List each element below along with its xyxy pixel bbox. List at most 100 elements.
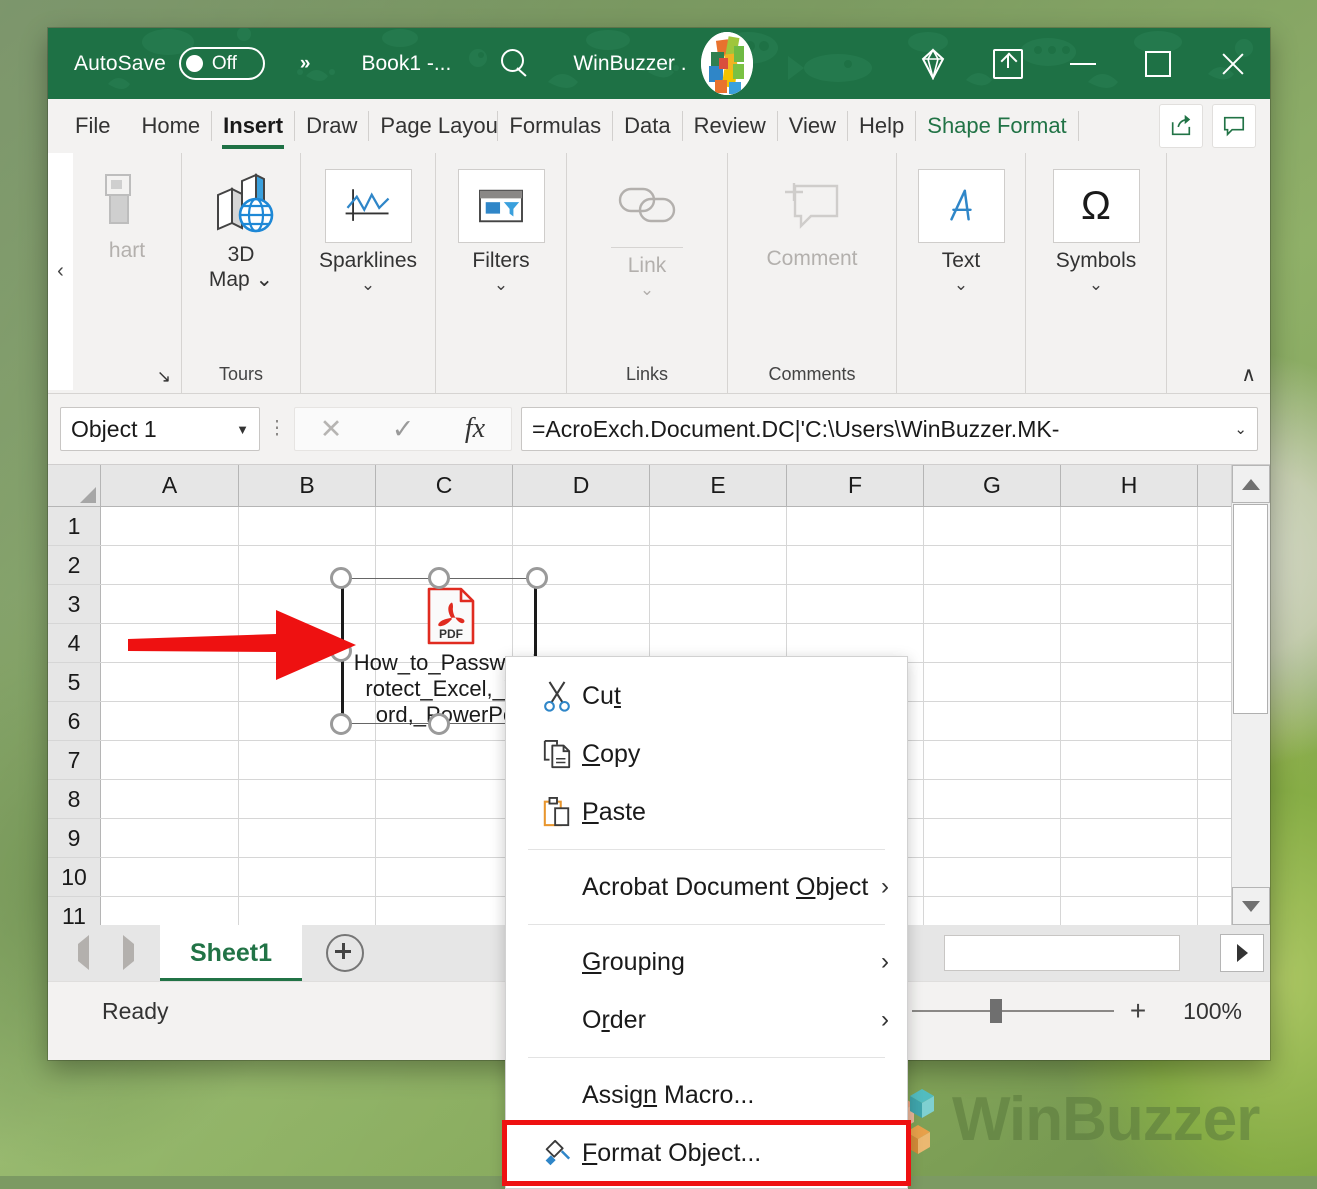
cell-h1[interactable] — [1060, 506, 1198, 546]
symbols-chevron-down-icon[interactable]: ⌄ — [1089, 276, 1103, 293]
context-menu-item-paste[interactable]: Paste — [506, 783, 907, 841]
row-header-9[interactable]: 9 — [48, 818, 101, 858]
diamond-icon[interactable] — [895, 28, 970, 99]
context-menu-item-assign-macro[interactable]: Assign Macro... — [506, 1066, 907, 1124]
name-box[interactable]: Object 1 ▼ — [60, 407, 260, 451]
tab-page-layout[interactable]: Page Layout — [369, 99, 497, 153]
cell-f1[interactable] — [786, 506, 924, 546]
previous-sheet-icon[interactable] — [78, 935, 89, 970]
cell-c10[interactable] — [375, 857, 513, 897]
cell-g5[interactable] — [923, 662, 1061, 702]
cell-c1[interactable] — [375, 506, 513, 546]
tab-view[interactable]: View — [778, 99, 847, 153]
column-header-f[interactable]: F — [786, 465, 924, 507]
cell-c9[interactable] — [375, 818, 513, 858]
cell-b7[interactable] — [238, 740, 376, 780]
zoom-slider-thumb[interactable] — [990, 999, 1002, 1023]
cell-h7[interactable] — [1060, 740, 1198, 780]
cell-h8[interactable] — [1060, 779, 1198, 819]
account-name[interactable]: WinBuzzer . — [573, 52, 686, 76]
cell-b1[interactable] — [238, 506, 376, 546]
cell-b10[interactable] — [238, 857, 376, 897]
row-header-8[interactable]: 8 — [48, 779, 101, 819]
row-header-3[interactable]: 3 — [48, 584, 101, 624]
cell-h3[interactable] — [1060, 584, 1198, 624]
cell-c8[interactable] — [375, 779, 513, 819]
formula-input[interactable]: =AcroExch.Document.DC|'C:\Users\WinBuzze… — [521, 407, 1258, 451]
maximize-icon[interactable] — [1120, 28, 1195, 99]
text-button[interactable]: Text ⌄ — [897, 169, 1025, 293]
column-header-h[interactable]: H — [1060, 465, 1198, 507]
add-sheet-icon[interactable] — [302, 925, 388, 981]
horizontal-scroll-track[interactable] — [944, 935, 1180, 971]
tab-review[interactable]: Review — [683, 99, 777, 153]
cell-e1[interactable] — [649, 506, 787, 546]
cell-e2[interactable] — [649, 545, 787, 585]
resize-handle-top-center[interactable] — [428, 567, 450, 589]
3d-map-button[interactable]: 3D Map ⌄ — [182, 169, 300, 293]
formula-bar-grip[interactable]: ⋮ — [260, 419, 294, 438]
insert-function-icon[interactable]: fx — [439, 413, 511, 445]
cell-a1[interactable] — [100, 506, 239, 546]
tab-draw[interactable]: Draw — [295, 99, 368, 153]
cell-g9[interactable] — [923, 818, 1061, 858]
cell-g6[interactable] — [923, 701, 1061, 741]
column-header-b[interactable]: B — [238, 465, 376, 507]
row-header-10[interactable]: 10 — [48, 857, 101, 897]
comments-icon[interactable] — [1212, 104, 1256, 148]
vertical-scrollbar[interactable] — [1231, 465, 1270, 925]
text-chevron-down-icon[interactable]: ⌄ — [954, 276, 968, 293]
cell-h10[interactable] — [1060, 857, 1198, 897]
autosave-toggle[interactable]: Off — [178, 47, 265, 80]
cancel-icon[interactable]: ✕ — [295, 414, 367, 445]
cell-h9[interactable] — [1060, 818, 1198, 858]
cell-f3[interactable] — [786, 584, 924, 624]
tab-help[interactable]: Help — [848, 99, 915, 153]
cell-a9[interactable] — [100, 818, 239, 858]
sparklines-button[interactable]: Sparklines ⌄ — [301, 169, 435, 293]
context-menu-item-grouping[interactable]: Grouping › — [506, 933, 907, 991]
symbols-button[interactable]: Ω Symbols ⌄ — [1026, 169, 1166, 293]
sheet-tab-sheet1[interactable]: Sheet1 — [160, 925, 302, 981]
resize-handle-top-right[interactable] — [526, 567, 548, 589]
cell-a2[interactable] — [100, 545, 239, 585]
sparklines-chevron-down-icon[interactable]: ⌄ — [361, 276, 375, 293]
cell-a7[interactable] — [100, 740, 239, 780]
row-header-4[interactable]: 4 — [48, 623, 101, 663]
cell-h6[interactable] — [1060, 701, 1198, 741]
filters-chevron-down-icon[interactable]: ⌄ — [494, 276, 508, 293]
cell-c7[interactable] — [375, 740, 513, 780]
pivotchart-button[interactable]: hart — [73, 169, 181, 264]
cell-g10[interactable] — [923, 857, 1061, 897]
tab-data[interactable]: Data — [613, 99, 681, 153]
tab-file[interactable]: File — [48, 99, 130, 153]
context-menu-item-format-object[interactable]: Format Object... — [502, 1120, 911, 1186]
close-icon[interactable] — [1195, 28, 1270, 99]
quick-access-toolbar-more-button[interactable]: » — [300, 53, 311, 75]
row-header-2[interactable]: 2 — [48, 545, 101, 585]
zoom-level[interactable]: 100% — [1162, 998, 1242, 1025]
cell-f2[interactable] — [786, 545, 924, 585]
cell-g1[interactable] — [923, 506, 1061, 546]
scroll-down-button[interactable] — [1232, 887, 1270, 925]
context-menu-item-copy[interactable]: Copy — [506, 725, 907, 783]
column-header-d[interactable]: D — [512, 465, 650, 507]
tab-shape-format[interactable]: Shape Format — [916, 99, 1077, 153]
column-header-a[interactable]: A — [100, 465, 239, 507]
filters-button[interactable]: Filters ⌄ — [436, 169, 566, 293]
scroll-up-button[interactable] — [1232, 465, 1270, 503]
cell-b9[interactable] — [238, 818, 376, 858]
search-icon[interactable] — [499, 48, 531, 80]
row-header-5[interactable]: 5 — [48, 662, 101, 702]
row-header-7[interactable]: 7 — [48, 740, 101, 780]
cell-h4[interactable] — [1060, 623, 1198, 663]
cell-d1[interactable] — [512, 506, 650, 546]
zoom-slider[interactable] — [912, 999, 1114, 1023]
cell-h2[interactable] — [1060, 545, 1198, 585]
column-header-e[interactable]: E — [649, 465, 787, 507]
tab-formulas[interactable]: Formulas — [498, 99, 612, 153]
vertical-scroll-thumb[interactable] — [1233, 504, 1268, 714]
zoom-in-button[interactable]: + — [1114, 995, 1162, 1027]
select-all-icon[interactable] — [48, 465, 101, 507]
context-menu-item-cut[interactable]: Cut — [506, 667, 907, 725]
